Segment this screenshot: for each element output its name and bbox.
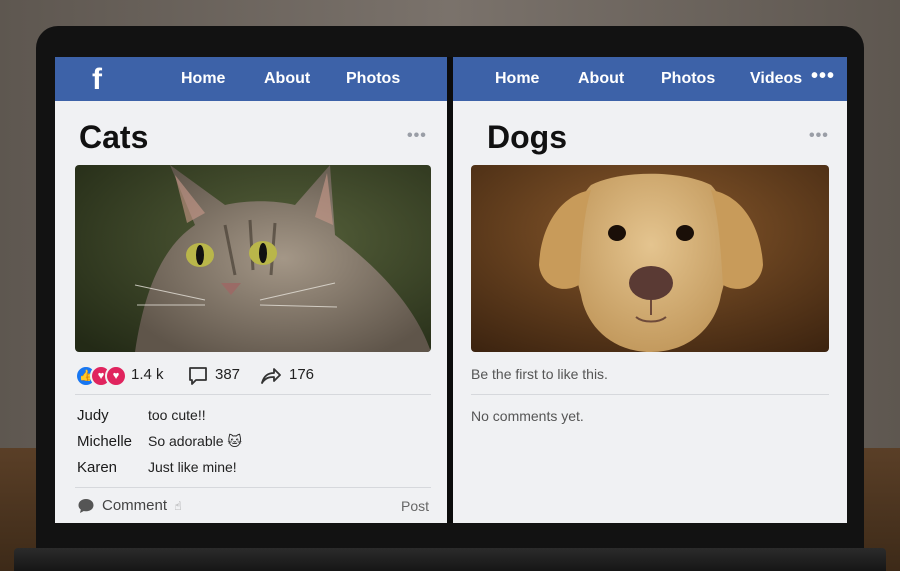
share-icon[interactable] <box>259 365 283 387</box>
nav-videos-link[interactable]: Videos <box>750 70 802 88</box>
nav-photos-link[interactable]: Photos <box>346 70 400 88</box>
love-icon: ♥ <box>105 365 127 387</box>
comment-text: too cute!! <box>148 407 206 423</box>
comment-text: So adorable 🐱 <box>148 433 242 449</box>
page-title: Dogs <box>487 119 567 155</box>
divider <box>75 394 431 395</box>
page-title: Cats <box>79 119 149 155</box>
laptop-screen: f Home About Photos Cats ••• 👍 ♥ ♥ 1.4 k… <box>55 57 847 523</box>
nav-about-link[interactable]: About <box>578 70 624 88</box>
facebook-logo-icon[interactable]: f <box>83 65 111 95</box>
ellipsis-icon[interactable]: ••• <box>407 127 427 145</box>
hand-cursor-icon: ☝ <box>174 499 182 513</box>
top-nav-bar: f Home About Photos <box>55 57 447 101</box>
reaction-count[interactable]: 1.4 k <box>131 366 164 383</box>
reactions-icons[interactable]: 👍 ♥ ♥ <box>75 365 127 387</box>
divider <box>471 394 829 395</box>
comment-author[interactable]: Judy <box>77 407 109 424</box>
post-button[interactable]: Post <box>401 498 429 514</box>
comment-input-placeholder: Comment <box>102 497 168 514</box>
comment-text: Just like mine! <box>148 459 237 475</box>
dog-photo[interactable] <box>471 165 829 352</box>
comment-count[interactable]: 387 <box>215 366 240 383</box>
comment-input[interactable]: Comment ☝ <box>102 497 182 514</box>
nav-more-icon[interactable]: ••• <box>811 65 835 88</box>
nav-home-link[interactable]: Home <box>181 70 225 88</box>
nav-photos-link[interactable]: Photos <box>661 70 715 88</box>
comment-author[interactable]: Karen <box>77 459 117 476</box>
post-stats-bar: 👍 ♥ ♥ 1.4 k 387 176 <box>75 365 435 389</box>
comment-author[interactable]: Michelle <box>77 433 132 450</box>
cat-photo[interactable] <box>75 165 431 352</box>
laptop-base <box>14 548 886 571</box>
ellipsis-icon[interactable]: ••• <box>809 127 829 145</box>
comment-bubble-icon[interactable] <box>187 365 209 387</box>
dogs-page-panel: Home About Photos Videos ••• Dogs ••• Be… <box>453 57 847 523</box>
nav-home-link[interactable]: Home <box>495 70 539 88</box>
cats-page-panel: f Home About Photos Cats ••• 👍 ♥ ♥ 1.4 k… <box>55 57 447 523</box>
top-nav-bar: Home About Photos Videos ••• <box>453 57 847 101</box>
nav-about-link[interactable]: About <box>264 70 310 88</box>
share-count[interactable]: 176 <box>289 366 314 383</box>
likes-placeholder-text[interactable]: Be the first to like this. <box>471 366 608 382</box>
no-comments-text: No comments yet. <box>471 408 584 424</box>
comment-icon <box>78 499 94 513</box>
divider <box>75 487 431 488</box>
